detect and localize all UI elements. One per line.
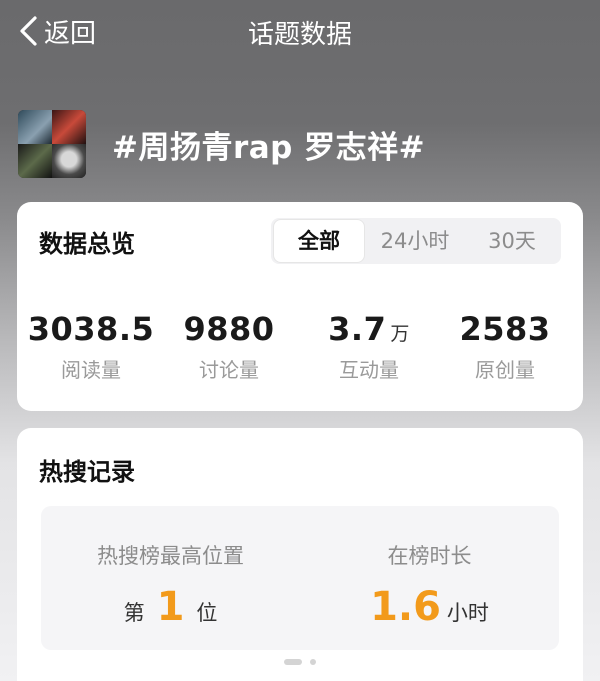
- stat-value: 3038.5: [27, 310, 155, 348]
- stat-interactions: 3.7 万 互动量: [299, 310, 439, 383]
- duration-label: 在榜时长: [387, 544, 472, 568]
- stat-value: 3.7 万: [328, 310, 410, 348]
- peak-value: 1: [156, 584, 185, 630]
- stat-unit: 万: [390, 323, 410, 345]
- stat-label: 原创量: [475, 358, 535, 382]
- duration-value-row: 1.6 小时: [300, 584, 559, 630]
- page-title: 话题数据: [247, 20, 352, 50]
- peak-prefix: 第: [123, 601, 145, 625]
- tab-24h[interactable]: 24小时: [367, 218, 463, 264]
- page-dot-active: [284, 659, 302, 665]
- hot-search-card: 热搜记录 热搜榜最高位置 第 1 位 在榜时长 1.6 小时: [17, 428, 583, 681]
- peak-suffix: 位: [196, 601, 218, 625]
- stat-originals: 2583 原创量: [435, 310, 575, 383]
- peak-value-row: 第 1 位: [41, 584, 300, 630]
- overview-card: 数据总览 全部 24小时 30天 3038.5 阅读量 9880 讨论量 3.7…: [17, 202, 583, 411]
- hot-search-title: 热搜记录: [39, 458, 135, 486]
- stat-discussions: 9880 讨论量: [159, 310, 299, 383]
- duration-unit: 小时: [446, 601, 489, 625]
- stat-label: 讨论量: [199, 358, 259, 382]
- duration-on-list: 在榜时长 1.6 小时: [300, 506, 559, 650]
- stat-value: 9880: [183, 310, 275, 348]
- topic-title: #周扬青rap 罗志祥#: [112, 129, 426, 166]
- peak-label: 热搜榜最高位置: [97, 544, 244, 568]
- duration-value: 1.6: [370, 584, 441, 630]
- peak-position: 热搜榜最高位置 第 1 位: [41, 506, 300, 650]
- page-indicator: [284, 659, 316, 665]
- topic-cover-image[interactable]: [18, 110, 86, 178]
- topic-header: #周扬青rap 罗志祥#: [18, 110, 425, 178]
- tab-all[interactable]: 全部: [273, 219, 365, 263]
- stat-label: 阅读量: [61, 358, 121, 382]
- stats-row: 3038.5 阅读量 9880 讨论量 3.7 万 互动量 2583 原创量: [17, 310, 583, 390]
- page-dot: [310, 659, 316, 665]
- tab-30d[interactable]: 30天: [465, 218, 559, 264]
- stat-label: 互动量: [339, 358, 399, 382]
- nav-bar: 返回 话题数据: [0, 0, 600, 64]
- overview-title: 数据总览: [39, 230, 135, 258]
- time-range-selector: 全部 24小时 30天: [271, 218, 561, 264]
- stat-reads: 3038.5 阅读量: [21, 310, 161, 383]
- stat-value: 2583: [459, 310, 551, 348]
- hot-search-panel: 热搜榜最高位置 第 1 位 在榜时长 1.6 小时: [41, 506, 559, 650]
